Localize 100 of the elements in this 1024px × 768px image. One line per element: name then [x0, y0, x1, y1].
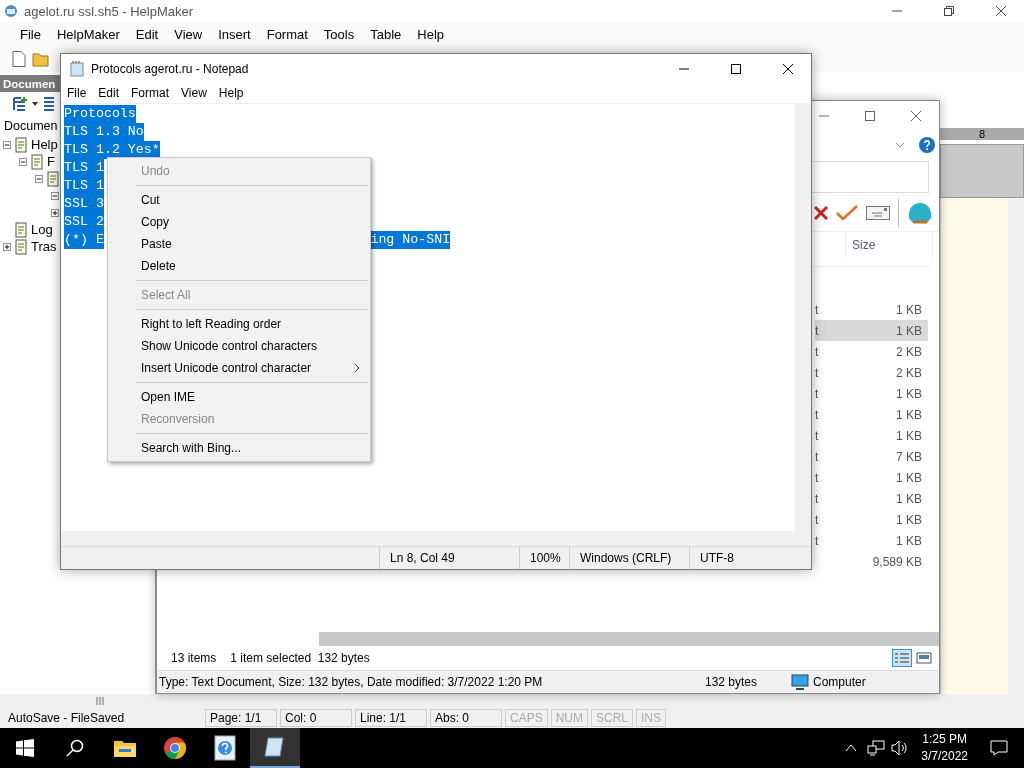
- file-row[interactable]: t 1 KB: [815, 488, 928, 509]
- delete-icon[interactable]: [814, 206, 828, 220]
- vertical-scrollbar[interactable]: [1008, 198, 1024, 694]
- status-field: Ln 8, Col 49: [379, 547, 519, 569]
- clock[interactable]: 1:25 PM 3/7/2022: [909, 731, 980, 765]
- menu-item[interactable]: Insert: [210, 26, 259, 42]
- ruler: 8: [940, 128, 1024, 140]
- menu-item[interactable]: Table: [362, 26, 410, 42]
- close-icon[interactable]: [996, 6, 1006, 16]
- chevron-up-icon[interactable]: [845, 744, 858, 752]
- collapse-box-icon[interactable]: [35, 174, 43, 183]
- menu-item[interactable]: Search with Bing...: [108, 437, 370, 459]
- preview-view-icon[interactable]: [915, 649, 933, 667]
- status-field: SCRL: [591, 709, 634, 727]
- checkmark-icon[interactable]: [836, 205, 858, 221]
- status-field: Col: 0: [280, 709, 352, 727]
- help-document-icon[interactable]: [213, 735, 237, 761]
- menu-item[interactable]: View: [175, 86, 213, 100]
- shell-icon[interactable]: [907, 201, 933, 225]
- help-icon[interactable]: [919, 137, 935, 153]
- selection-info: 1 item selected 132 bytes: [230, 651, 370, 665]
- page-icon: [13, 136, 29, 153]
- close-icon[interactable]: [783, 63, 793, 74]
- menu-item[interactable]: Paste: [108, 233, 370, 255]
- add-topic-icon[interactable]: [12, 96, 28, 112]
- menu-item[interactable]: Delete: [108, 255, 370, 277]
- page-icon: [29, 153, 45, 170]
- app-icon: [4, 4, 18, 18]
- file-row[interactable]: t 7 KB: [815, 446, 928, 467]
- dropdown-arrow-icon[interactable]: [32, 102, 38, 106]
- scroll-grip-icon[interactable]: [96, 697, 104, 705]
- window-title: Protocols agerot.ru - Notepad: [91, 61, 249, 76]
- menu-item[interactable]: Open IME: [108, 386, 370, 408]
- menu-item[interactable]: Show Unicode control characters: [108, 335, 370, 357]
- notification-icon[interactable]: [990, 740, 1008, 756]
- file-row[interactable]: t 1 KB: [815, 530, 928, 551]
- tree-item[interactable]: F: [47, 154, 55, 169]
- tree-item[interactable]: Help: [31, 137, 58, 152]
- status-field: Page: 1/1: [205, 709, 277, 727]
- status-field: NUM: [550, 709, 588, 727]
- new-document-icon[interactable]: [12, 51, 26, 67]
- search-icon[interactable]: [66, 739, 84, 757]
- menu-item[interactable]: Help: [409, 26, 453, 42]
- vertical-scrollbar[interactable]: [795, 104, 811, 531]
- restore-icon[interactable]: [944, 6, 954, 16]
- browser-icon[interactable]: [163, 736, 187, 760]
- notepad-icon[interactable]: [263, 735, 287, 759]
- details-text: Type: Text Document, Size: 132 bytes, Date modified: 3/7/2022 1:20 PM: [159, 675, 544, 689]
- maximize-icon[interactable]: [731, 63, 741, 74]
- menu-item[interactable]: Copy: [108, 211, 370, 233]
- horizontal-scrollbar[interactable]: [61, 531, 811, 546]
- menu-item[interactable]: Insert Unicode control character: [141, 361, 312, 375]
- volume-icon[interactable]: [891, 740, 910, 756]
- folder-icon[interactable]: [113, 738, 137, 758]
- menu-item[interactable]: Cut: [108, 189, 370, 211]
- menu-item[interactable]: Tools: [315, 26, 363, 42]
- file-row[interactable]: t 1 KB: [815, 320, 928, 341]
- file-row[interactable]: t 2 KB: [815, 341, 928, 362]
- file-row[interactable]: t 1 KB: [815, 299, 928, 320]
- file-row[interactable]: t 2 KB: [815, 362, 928, 383]
- tree-item[interactable]: Tras: [31, 239, 57, 254]
- expand-box-icon[interactable]: [3, 242, 11, 251]
- notepad-icon: [69, 60, 85, 77]
- horizontal-scrollbar[interactable]: [319, 632, 939, 646]
- status-field: Windows (CRLF): [569, 547, 689, 569]
- envelope-icon[interactable]: [866, 206, 890, 220]
- menu-item[interactable]: Help: [212, 86, 250, 100]
- file-row[interactable]: t 1 KB: [815, 383, 928, 404]
- status-field: 100%: [519, 547, 569, 569]
- network-icon[interactable]: [867, 740, 886, 756]
- column-header[interactable]: Size: [845, 232, 933, 258]
- menu-item[interactable]: View: [166, 26, 211, 42]
- collapse-box-icon[interactable]: [51, 191, 59, 200]
- file-row[interactable]: t 1 KB: [815, 404, 928, 425]
- status-field: Abs: 0: [430, 709, 502, 727]
- menu-item[interactable]: File: [12, 26, 49, 42]
- file-row[interactable]: 9,589 KB: [815, 551, 928, 572]
- file-row[interactable]: t 1 KB: [815, 509, 928, 530]
- collapse-box-icon[interactable]: [19, 157, 27, 166]
- computer-icon: [791, 674, 809, 690]
- status-field: Line: 1/1: [355, 709, 427, 727]
- expand-box-icon[interactable]: [51, 208, 59, 217]
- status-field: AutoSave - FileSaved: [4, 710, 202, 726]
- file-row[interactable]: t 1 KB: [815, 467, 928, 488]
- menu-item[interactable]: Right to left Reading order: [108, 313, 370, 335]
- menu-item[interactable]: Format: [258, 26, 316, 42]
- chevron-down-icon[interactable]: [895, 142, 905, 148]
- start-icon[interactable]: [16, 739, 34, 757]
- menu-item[interactable]: HelpMaker: [48, 26, 128, 42]
- details-view-icon[interactable]: [892, 649, 912, 667]
- item-count: 13 items: [171, 651, 217, 665]
- panel-label: Documen: [3, 118, 58, 135]
- file-row[interactable]: t 1 KB: [815, 425, 928, 446]
- collapse-box-icon[interactable]: [3, 140, 11, 149]
- location-label: Computer: [813, 675, 866, 689]
- tree-item[interactable]: Log: [31, 222, 53, 237]
- status-field: INS: [636, 709, 667, 727]
- page-icon: [45, 170, 61, 187]
- page-icon: [13, 221, 29, 238]
- menu-item[interactable]: Edit: [127, 26, 167, 42]
